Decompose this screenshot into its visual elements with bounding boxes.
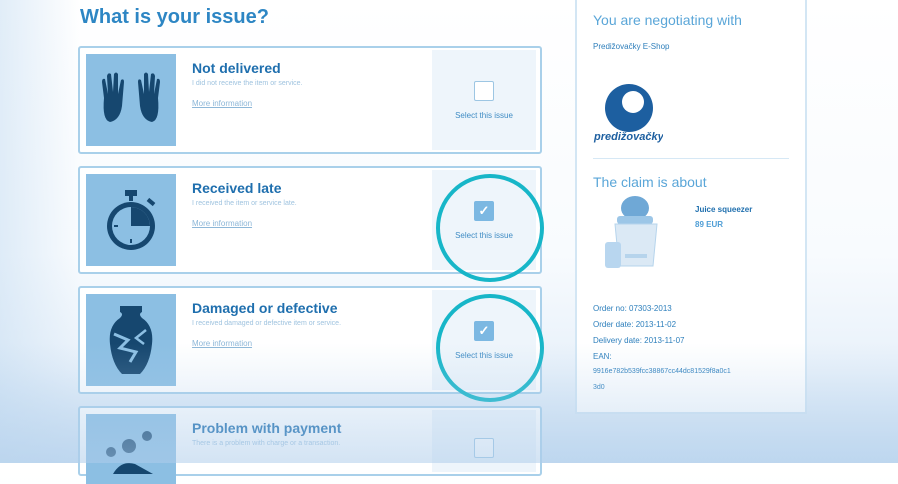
- product-name: Juice squeezer: [695, 205, 753, 214]
- issue-card-damaged[interactable]: Damaged or defective I received damaged …: [78, 286, 542, 394]
- shop-name: Predižovačky E-Shop: [593, 42, 670, 51]
- more-information-link[interactable]: More information: [192, 219, 252, 228]
- select-issue-label: Select this issue: [455, 230, 513, 240]
- coins-icon: [106, 431, 153, 474]
- issue-checkbox[interactable]: [474, 80, 494, 101]
- more-information-link[interactable]: More information: [192, 99, 252, 108]
- issue-title: Received late: [192, 180, 282, 196]
- issue-card-received-late[interactable]: Received late I received the item or ser…: [78, 166, 542, 274]
- negotiating-heading: You are negotiating with: [593, 12, 742, 28]
- order-date: Order date: 2013-11-02: [593, 320, 677, 329]
- select-issue-label: Select this issue: [455, 110, 513, 120]
- ean-label: EAN:: [593, 352, 612, 361]
- ean-value: 9916e782b539fcc38867cc44dc81529f8a0c1: [593, 368, 731, 375]
- issue-image: [86, 54, 176, 146]
- product-price: 89 EUR: [695, 220, 724, 229]
- broken-vase-icon: [109, 306, 153, 374]
- open-hands-icon: [102, 72, 160, 122]
- claim-sidebar: You are negotiating with Predižovačky E-…: [575, 0, 807, 414]
- sidebar-divider: [593, 158, 789, 159]
- issue-checkbox-checked[interactable]: ✓: [474, 200, 494, 221]
- issue-title: Damaged or defective: [192, 300, 338, 316]
- issue-title: Not delivered: [192, 60, 281, 76]
- order-number: Order no: 07303-2013: [593, 304, 672, 313]
- stopwatch-icon: [107, 190, 156, 250]
- delivery-date: Delivery date: 2013-11-07: [593, 336, 685, 345]
- issue-description: I received damaged or defective item or …: [192, 320, 342, 327]
- juice-squeezer-image: [605, 196, 658, 268]
- issue-description: I did not receive the item or service.: [192, 80, 303, 87]
- background-vignette-left: [0, 0, 80, 463]
- issue-checkbox[interactable]: [474, 438, 494, 458]
- shop-logo-text: predižovačky: [593, 131, 663, 143]
- claim-heading: The claim is about: [593, 174, 707, 190]
- ean-value-continued: 3d0: [593, 384, 605, 391]
- select-issue-area[interactable]: Select this issue: [432, 50, 536, 150]
- select-issue-area[interactable]: ✓ Select this issue: [432, 290, 536, 390]
- select-issue-area[interactable]: ✓ Select this issue: [432, 170, 536, 270]
- issue-card-payment[interactable]: Problem with payment There is a problem …: [78, 406, 542, 484]
- issue-card-not-delivered[interactable]: Not delivered I did not receive the item…: [78, 46, 542, 154]
- more-information-link[interactable]: More information: [192, 339, 252, 348]
- issue-title: Problem with payment: [192, 420, 342, 436]
- issue-image: [86, 414, 176, 484]
- page-title: What is your issue?: [80, 6, 269, 28]
- issue-image: [86, 174, 176, 266]
- issue-description: There is a problem with charge or a tran…: [192, 440, 341, 447]
- select-issue-label: Select this issue: [455, 350, 513, 360]
- shop-logo: predižovačky: [593, 84, 663, 143]
- issue-description: I received the item or service late.: [192, 200, 297, 207]
- issue-checkbox-checked[interactable]: ✓: [474, 320, 494, 341]
- issue-image: [86, 294, 176, 386]
